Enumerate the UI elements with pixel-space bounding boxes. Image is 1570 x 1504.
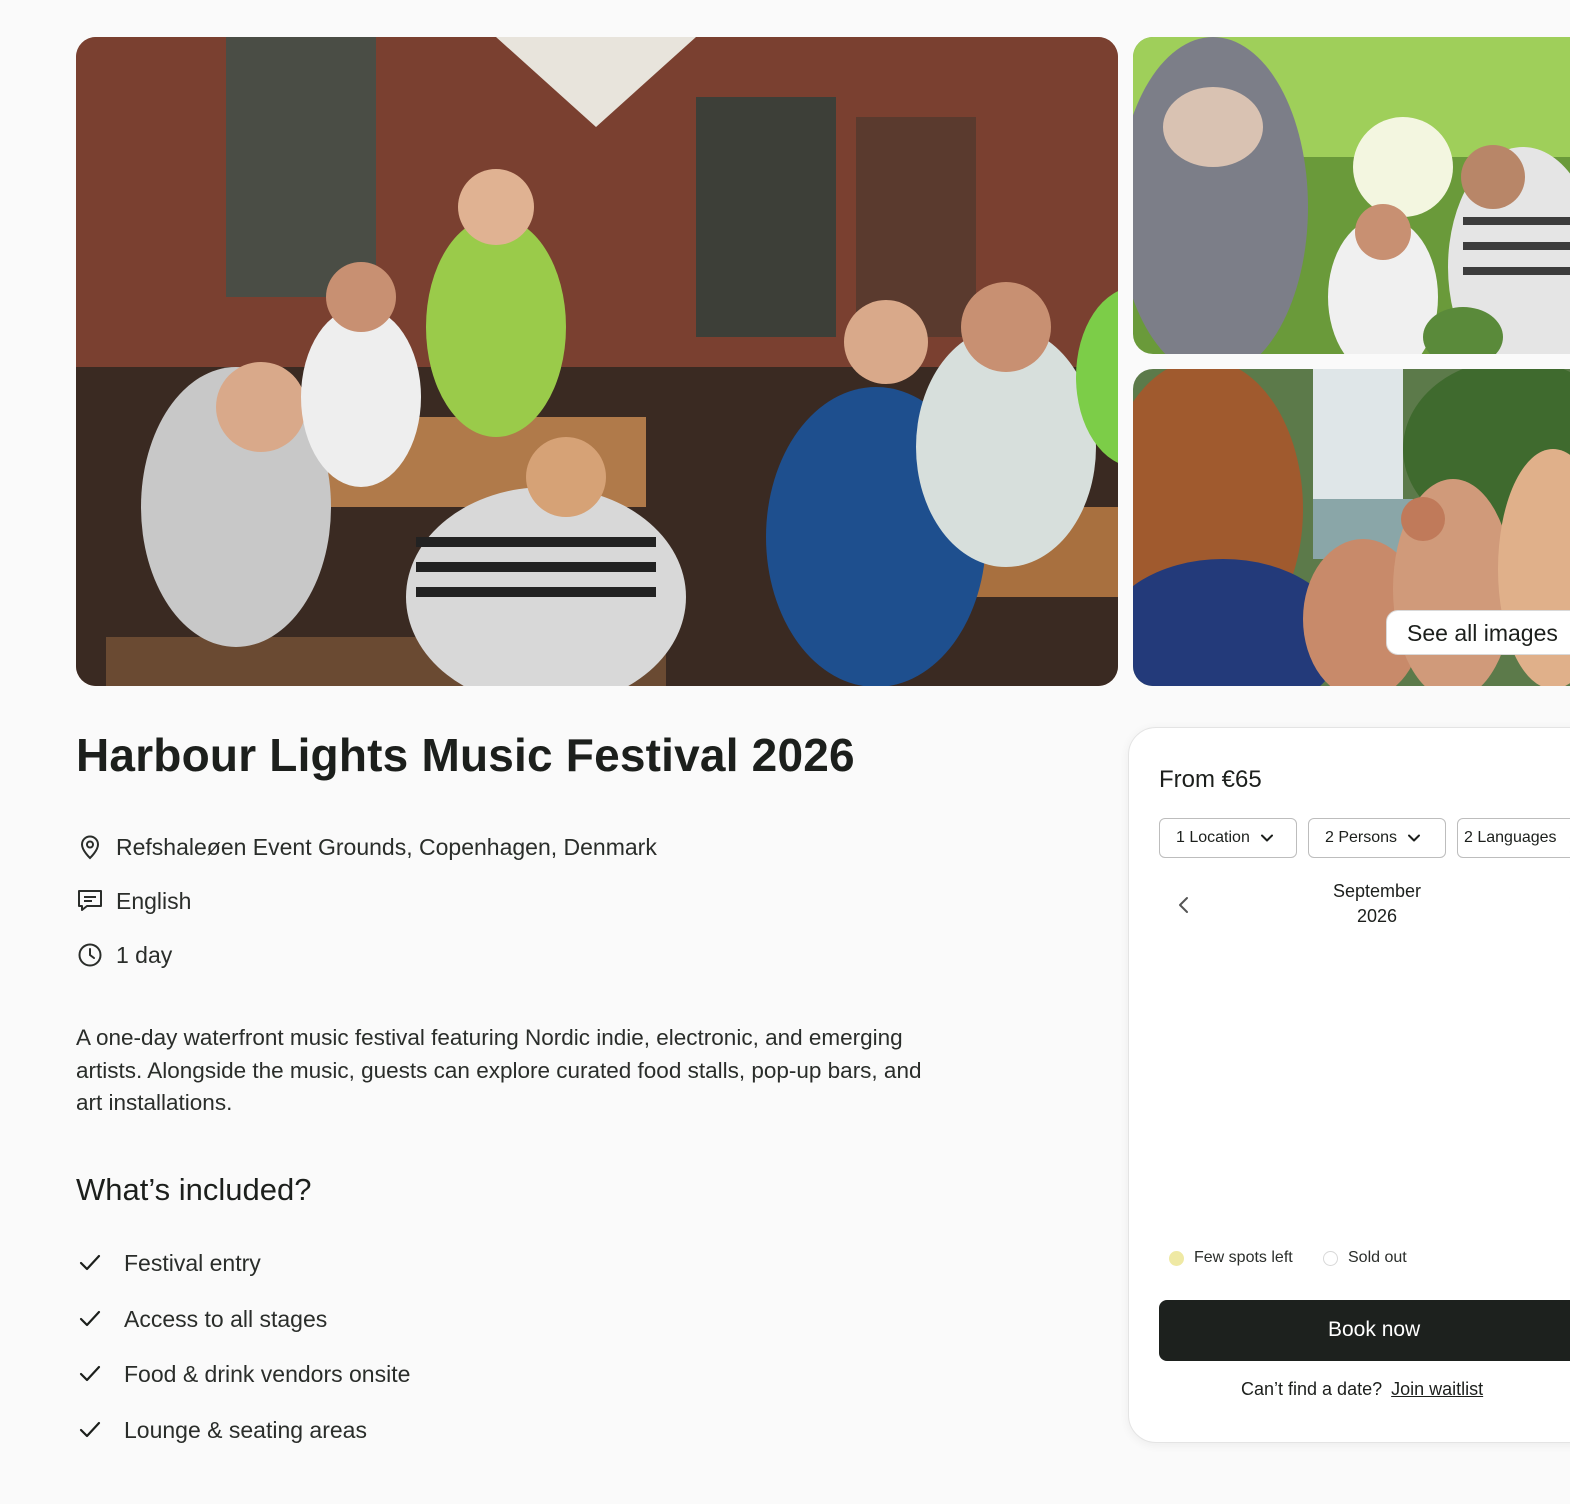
- included-item-label: Food & drink vendors onsite: [124, 1360, 411, 1387]
- festival-crowd-image: [76, 37, 1118, 686]
- legend-sold-out-label: Sold out: [1348, 1249, 1407, 1266]
- location-dropdown[interactable]: 1 Location: [1159, 818, 1297, 858]
- dancers-under-trees-image: [1133, 37, 1570, 354]
- duration-text: 1 day: [116, 941, 173, 968]
- legend-few-spots: Few spots left: [1169, 1249, 1293, 1267]
- languages-dropdown-label: 2 Languages: [1464, 829, 1557, 846]
- check-icon: [78, 1418, 102, 1442]
- included-item: Access to all stages: [78, 1304, 327, 1334]
- location-text: Refshaleøen Event Grounds, Copenhagen, D…: [116, 833, 657, 860]
- duration-row: 1 day: [76, 940, 172, 970]
- calendar-month: September: [1332, 881, 1422, 901]
- check-icon: [78, 1251, 102, 1275]
- location-pin-icon: [76, 833, 104, 861]
- booking-card: From €65 1 Location 2 Persons 2 Language…: [1128, 727, 1570, 1443]
- join-waitlist-link[interactable]: Join waitlist: [1391, 1379, 1483, 1399]
- included-item-label: Access to all stages: [124, 1305, 328, 1332]
- persons-dropdown[interactable]: 2 Persons: [1308, 818, 1446, 858]
- location-row: Refshaleøen Event Grounds, Copenhagen, D…: [76, 832, 657, 862]
- gallery-main-photo[interactable]: [76, 37, 1118, 686]
- chevron-down-icon: [1407, 831, 1421, 845]
- language-row: English: [76, 886, 191, 916]
- legend-few-spots-label: Few spots left: [1194, 1249, 1293, 1266]
- waitlist-row: Can’t find a date? Join waitlist: [1241, 1379, 1483, 1400]
- chevron-right-icon: [1559, 890, 1570, 920]
- chat-bubble-icon: [76, 887, 104, 915]
- clock-icon: [76, 941, 104, 969]
- event-description: A one-day waterfront music festival feat…: [76, 1025, 922, 1115]
- few-spots-dot: [1169, 1250, 1184, 1266]
- included-item-label: Lounge & seating areas: [124, 1416, 367, 1443]
- sold-out-dot: [1323, 1250, 1338, 1266]
- chevron-down-icon: [1260, 831, 1274, 845]
- next-month-button[interactable]: [1559, 890, 1570, 920]
- event-title: Harbour Lights Music Festival 2026: [76, 729, 855, 781]
- persons-dropdown-label: 2 Persons: [1325, 829, 1398, 846]
- see-all-images-button[interactable]: See all images: [1386, 610, 1570, 655]
- check-icon: [78, 1307, 102, 1331]
- book-now-button[interactable]: Book now: [1159, 1300, 1570, 1361]
- languages-dropdown[interactable]: 2 Languages: [1457, 818, 1570, 858]
- book-now-label: Book now: [1328, 1318, 1421, 1341]
- gallery-photo-top[interactable]: [1133, 37, 1570, 354]
- calendar-month-label: September 2026: [1277, 879, 1477, 929]
- included-item: Food & drink vendors onsite: [78, 1359, 410, 1389]
- included-item: Lounge & seating areas: [78, 1415, 367, 1445]
- included-item: Festival entry: [78, 1248, 261, 1278]
- included-heading: What’s included?: [76, 1172, 312, 1207]
- legend-sold-out: Sold out: [1323, 1249, 1407, 1267]
- calendar-year: 2026: [1356, 906, 1398, 926]
- price-label: From €65: [1159, 766, 1262, 793]
- check-icon: [78, 1362, 102, 1386]
- chevron-left-icon: [1179, 897, 1188, 913]
- previous-month-button[interactable]: [1169, 890, 1199, 920]
- location-dropdown-label: 1 Location: [1176, 829, 1250, 846]
- language-text: English: [116, 887, 192, 914]
- included-item-label: Festival entry: [124, 1249, 261, 1276]
- waitlist-prompt: Can’t find a date?: [1241, 1379, 1383, 1399]
